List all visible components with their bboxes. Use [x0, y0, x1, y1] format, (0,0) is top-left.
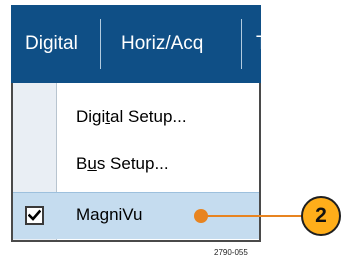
checkmark-icon [28, 209, 41, 221]
menu-item-label: Bus Setup... [76, 154, 169, 173]
menu-separator [241, 19, 242, 69]
menu-item-digital-setup[interactable]: Digital Setup... [13, 95, 259, 139]
menu-horiz-acq[interactable]: Horiz/Acq [121, 5, 203, 83]
menu-item-label: MagniVu [76, 205, 143, 224]
menu-digital[interactable]: Digital [25, 5, 78, 83]
menu-item-label: Digital Setup... [76, 107, 187, 126]
callout-leader-line [206, 215, 303, 217]
menu-next-partial[interactable]: T [256, 5, 261, 83]
menu-bar: Digital Horiz/Acq T [11, 5, 261, 83]
menu-separator [100, 19, 101, 69]
figure-id: 2790-055 [214, 248, 248, 257]
callout-number-badge: 2 [301, 196, 341, 236]
digital-dropdown-menu: Digital Setup... Bus Setup... MagniVu [11, 83, 261, 242]
menu-item-bus-setup[interactable]: Bus Setup... [13, 142, 259, 186]
magnivu-checkbox[interactable] [25, 206, 44, 225]
